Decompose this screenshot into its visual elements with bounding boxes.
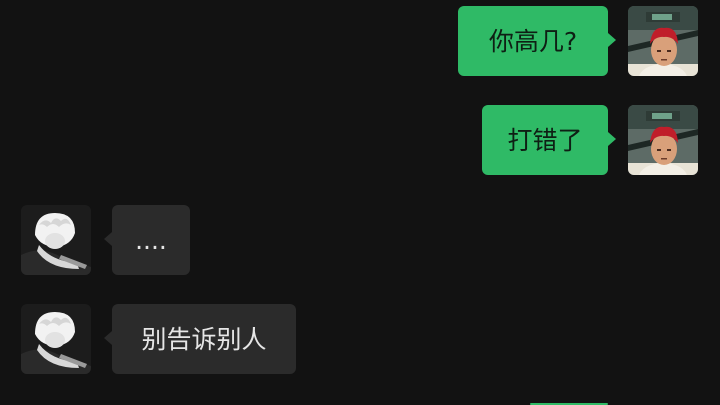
contact-avatar-icon[interactable]: [21, 304, 91, 374]
message-text: 打错了: [507, 125, 583, 155]
message-text: ....: [135, 225, 167, 255]
outgoing-message-bubble[interactable]: 打错了: [482, 105, 616, 175]
chat-message-list: 你高几? 打错了 .... 别告诉别人: [0, 0, 720, 405]
sender-avatar-icon[interactable]: [628, 6, 698, 76]
incoming-message-bubble[interactable]: 别告诉别人: [104, 304, 296, 374]
message-row-outgoing: 你高几?: [458, 6, 698, 76]
sender-avatar-icon[interactable]: [628, 105, 698, 175]
incoming-message-bubble[interactable]: ....: [104, 205, 190, 275]
message-row-outgoing: 打错了: [482, 105, 698, 175]
message-row-incoming: 别告诉别人: [21, 304, 296, 374]
contact-avatar-icon[interactable]: [21, 205, 91, 275]
message-text: 别告诉别人: [141, 324, 267, 354]
message-text: 你高几?: [488, 26, 578, 56]
outgoing-message-bubble[interactable]: 你高几?: [458, 6, 616, 76]
message-row-incoming: ....: [21, 205, 190, 275]
